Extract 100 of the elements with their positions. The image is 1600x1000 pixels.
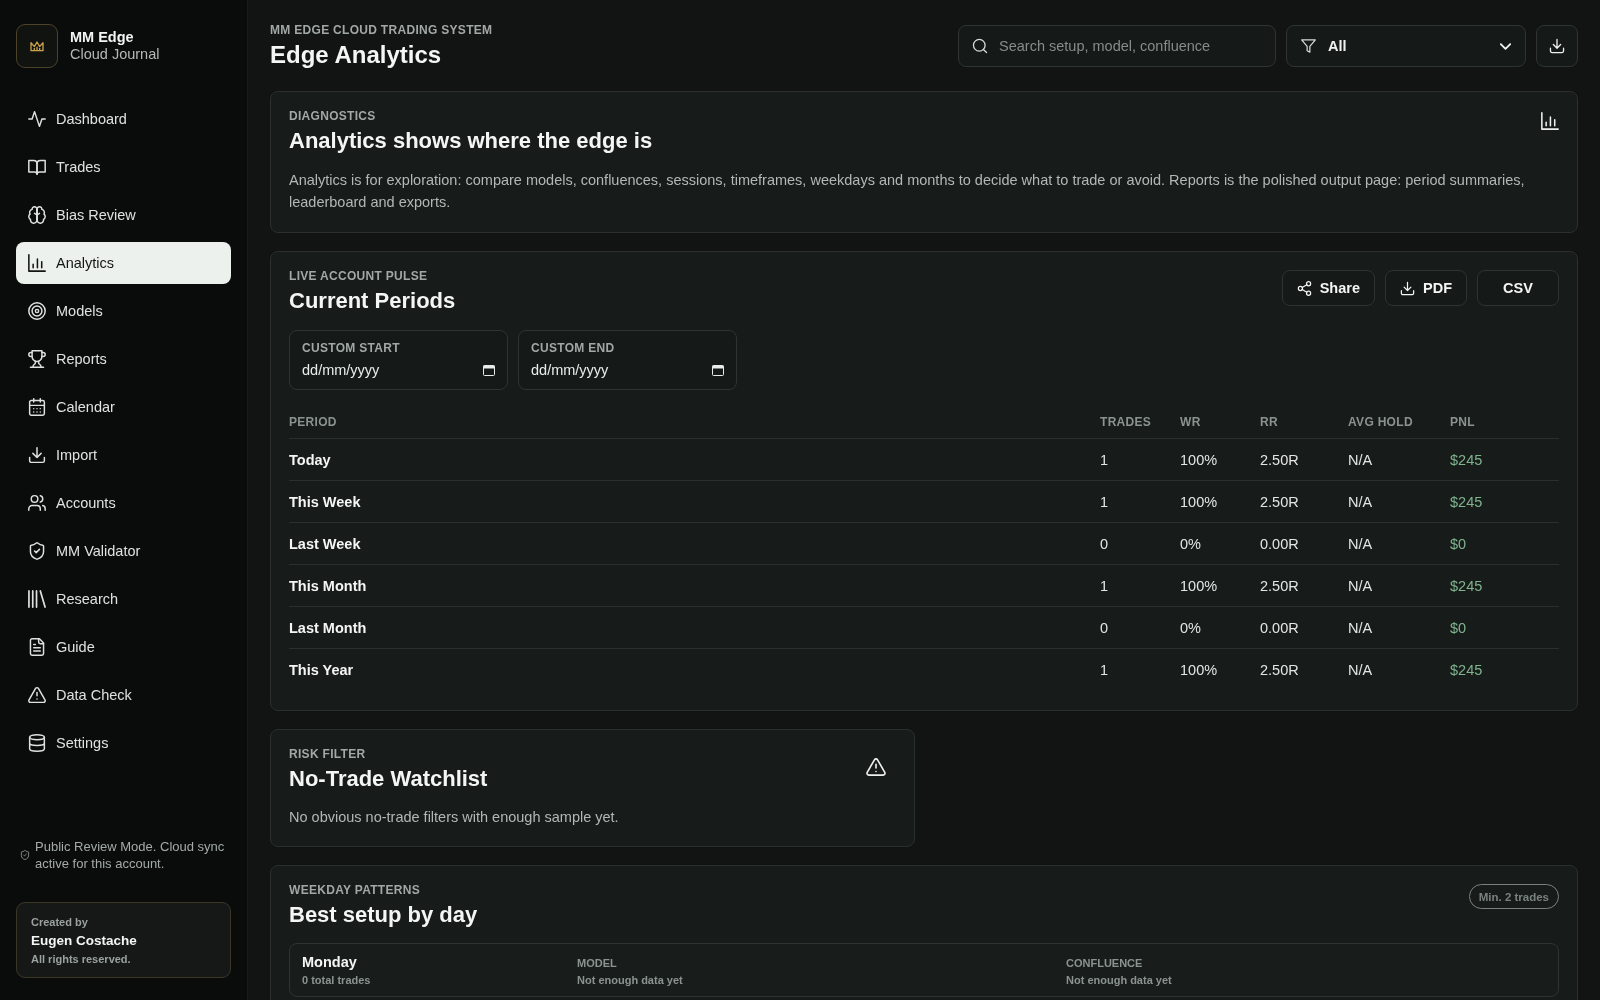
database-icon (28, 734, 46, 752)
column-header: TRADES (1100, 415, 1153, 429)
table-cell-text: 100% (1180, 577, 1219, 594)
table-cell-text: $245 (1450, 493, 1484, 510)
filter-icon (1301, 39, 1316, 53)
table-cell-text: 2.50R (1260, 451, 1300, 468)
table-cell-text: 1 (1100, 493, 1110, 510)
table-cell-text: $245 (1450, 451, 1484, 468)
nav-item[interactable]: Accounts (16, 482, 231, 524)
warning-icon (28, 686, 46, 704)
table-cell-text: Last Month (289, 619, 368, 636)
section-title: Current Periods (289, 287, 456, 315)
shield-check-icon (28, 542, 46, 560)
table-cell-text: 0.00R (1260, 619, 1300, 636)
filter-dropdown[interactable]: All (1286, 25, 1526, 67)
section-eyebrow: WEEKDAY PATTERNS (289, 882, 422, 898)
nav-item[interactable]: Settings (16, 722, 231, 764)
page-eyebrow: MM EDGE CLOUD TRADING SYSTEM (270, 22, 493, 38)
search-field[interactable]: Search setup, model, confluence (958, 25, 1276, 67)
table-cell-text: 2.50R (1260, 493, 1300, 510)
table-cell-text: This Week (289, 493, 362, 510)
table-cell-text: 0 (1100, 619, 1110, 636)
confluence-value: Not enough data yet (1066, 973, 1173, 987)
table-cell-text: $245 (1450, 577, 1484, 594)
bar-chart-icon (1541, 112, 1559, 130)
nav-item[interactable]: Analytics (16, 242, 231, 284)
table-cell-text: N/A (1348, 493, 1374, 510)
table-cell-text: 100% (1180, 662, 1219, 678)
download-button[interactable] (1536, 25, 1578, 67)
date-input[interactable]: dd/mm/yyyy (302, 362, 475, 378)
app-subtitle: Cloud Journal (70, 46, 160, 63)
table-cell-text: 0% (1180, 535, 1202, 552)
column-header: RR (1260, 415, 1279, 429)
table-cell-text: 0.00R (1260, 535, 1300, 552)
column-header: AVG HOLD (1348, 415, 1414, 429)
table-cell-text: 100% (1180, 493, 1219, 510)
column-header: PERIOD (289, 415, 338, 429)
table-cell-text: 0% (1180, 619, 1202, 636)
section-title: No-Trade Watchlist (289, 765, 488, 793)
nav-item[interactable]: Calendar (16, 386, 231, 428)
table-cell-text: $0 (1450, 619, 1468, 636)
table-cell-text: 100% (1180, 451, 1219, 468)
column-label: MODEL (577, 956, 618, 971)
section-eyebrow: DIAGNOSTICS (289, 108, 377, 124)
table-cell-text: 1 (1100, 577, 1110, 594)
download-icon (1549, 38, 1565, 54)
bar-chart-icon (28, 254, 46, 272)
action-button[interactable]: Share (1281, 270, 1375, 306)
table-cell-text: N/A (1348, 577, 1374, 594)
sync-note: Public Review Mode. Cloud sync active for this account. (35, 838, 226, 872)
table-cell-text: 2.50R (1260, 577, 1300, 594)
table-cell-text: 1 (1100, 451, 1110, 468)
table-cell-text: N/A (1348, 619, 1374, 636)
nav-item[interactable]: Bias Review (16, 194, 231, 236)
nav-item[interactable]: Import (16, 434, 231, 476)
brain-icon (28, 206, 46, 224)
trade-count: 0 total trades (302, 973, 372, 987)
table-cell-text: $245 (1450, 662, 1484, 678)
action-button[interactable]: CSV (1477, 270, 1559, 306)
column-header: WR (1180, 415, 1202, 429)
field-label: CUSTOM START (302, 341, 401, 356)
calendar-icon (28, 398, 46, 416)
action-button[interactable]: PDF (1385, 270, 1467, 306)
document-icon (28, 638, 46, 656)
calendar-icon[interactable] (712, 364, 724, 376)
library-icon (28, 590, 46, 608)
author-name: Eugen Costache (31, 932, 138, 949)
table-cell-text: 0 (1100, 535, 1110, 552)
nav-item[interactable]: Trades (16, 146, 231, 188)
pulse-icon (28, 110, 46, 128)
target-icon (28, 302, 46, 320)
section-title: Best setup by day (289, 901, 478, 929)
nav-item[interactable]: Research (16, 578, 231, 620)
nav-item[interactable]: Reports (16, 338, 231, 380)
nav-item[interactable]: Dashboard (16, 98, 231, 140)
table-cell-text: Today (289, 451, 332, 468)
table-cell-text: 1 (1100, 662, 1110, 678)
shield-check-icon (20, 850, 30, 860)
day-name: Monday (302, 953, 358, 971)
section-eyebrow: LIVE ACCOUNT PULSE (289, 268, 429, 284)
empty-state-text: No obvious no-trade filters with enough sample yet. (289, 808, 620, 827)
table-cell-text: $0 (1450, 535, 1468, 552)
table-cell-text: N/A (1348, 535, 1374, 552)
page-title: Edge Analytics (270, 40, 443, 70)
calendar-icon[interactable] (483, 364, 495, 376)
nav-item[interactable]: Models (16, 290, 231, 332)
app-name: MM Edge (70, 29, 135, 46)
warning-icon (866, 758, 886, 776)
date-input[interactable]: dd/mm/yyyy (531, 362, 704, 378)
nav-item[interactable]: Data Check (16, 674, 231, 716)
description-text: Analytics is for exploration: compare models, confluences, sessions, timeframes, weekdays and months to decide what to trade or avoid. Reports is the polished output page: period summaries, leaderboard and exports. (289, 171, 1526, 212)
logo-icon (16, 24, 58, 68)
section-title: Analytics shows where the edge is (289, 127, 653, 155)
download-icon (1400, 280, 1415, 296)
nav-item[interactable]: MM Validator (16, 530, 231, 572)
nav-item[interactable]: Guide (16, 626, 231, 668)
model-value: Not enough data yet (577, 973, 684, 987)
table-cell-text: Last Week (289, 535, 362, 552)
search-icon (972, 38, 988, 54)
column-header: PNL (1450, 415, 1476, 429)
